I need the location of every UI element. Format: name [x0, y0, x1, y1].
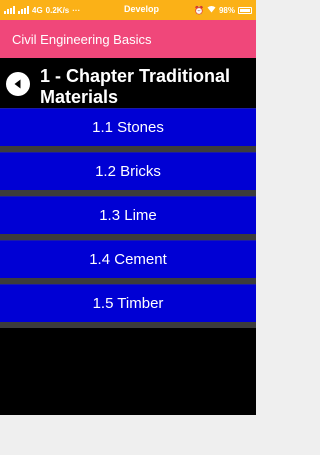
- status-bar: 4G 0.2K/s ··· Develop ⏰ 98%: [0, 0, 256, 20]
- status-carrier: Develop: [124, 4, 160, 14]
- signal-icon: [4, 6, 15, 14]
- chapter-header: 1 - Chapter Traditional Materials: [0, 58, 256, 108]
- network-speed: 0.2K/s: [45, 5, 70, 15]
- chapter-title-line1: 1 - Chapter Traditional: [40, 66, 231, 86]
- lesson-label: 1.1 Stones: [92, 119, 164, 136]
- chapter-content: 1 - Chapter Traditional Materials 1.1 St…: [0, 58, 256, 415]
- lesson-item-lime[interactable]: 1.3 Lime: [0, 196, 256, 234]
- lesson-item-timber[interactable]: 1.5 Timber: [0, 284, 256, 322]
- status-left: 4G 0.2K/s ···: [4, 6, 194, 15]
- app-bar: Civil Engineering Basics: [0, 20, 256, 58]
- divider: [0, 322, 256, 328]
- lesson-label: 1.3 Lime: [99, 207, 157, 224]
- alarm-icon: ⏰: [194, 5, 204, 15]
- chapter-title-line2: Materials: [40, 87, 119, 107]
- lesson-item-bricks[interactable]: 1.2 Bricks: [0, 152, 256, 190]
- lesson-label: 1.2 Bricks: [95, 163, 161, 180]
- lesson-label: 1.5 Timber: [92, 295, 164, 312]
- wifi-icon: [207, 5, 216, 15]
- lesson-item-cement[interactable]: 1.4 Cement: [0, 240, 256, 278]
- lesson-list: 1.1 Stones 1.2 Bricks 1.3 Lime 1.4 Cemen…: [0, 108, 256, 328]
- lesson-item-stones[interactable]: 1.1 Stones: [0, 108, 256, 146]
- signal-2-icon: [18, 6, 29, 14]
- battery-percent: 98%: [218, 5, 235, 15]
- app-title: Civil Engineering Basics: [12, 31, 152, 47]
- network-type: 4G: [32, 5, 43, 15]
- lesson-label: 1.4 Cement: [89, 251, 167, 268]
- notification-dots: ···: [72, 5, 81, 15]
- status-right: ⏰ 98%: [194, 5, 252, 15]
- battery-icon: [238, 6, 252, 14]
- back-arrow-icon[interactable]: [6, 72, 30, 96]
- chapter-title: 1 - Chapter Traditional Materials: [40, 66, 230, 108]
- bottom-area: [0, 415, 256, 455]
